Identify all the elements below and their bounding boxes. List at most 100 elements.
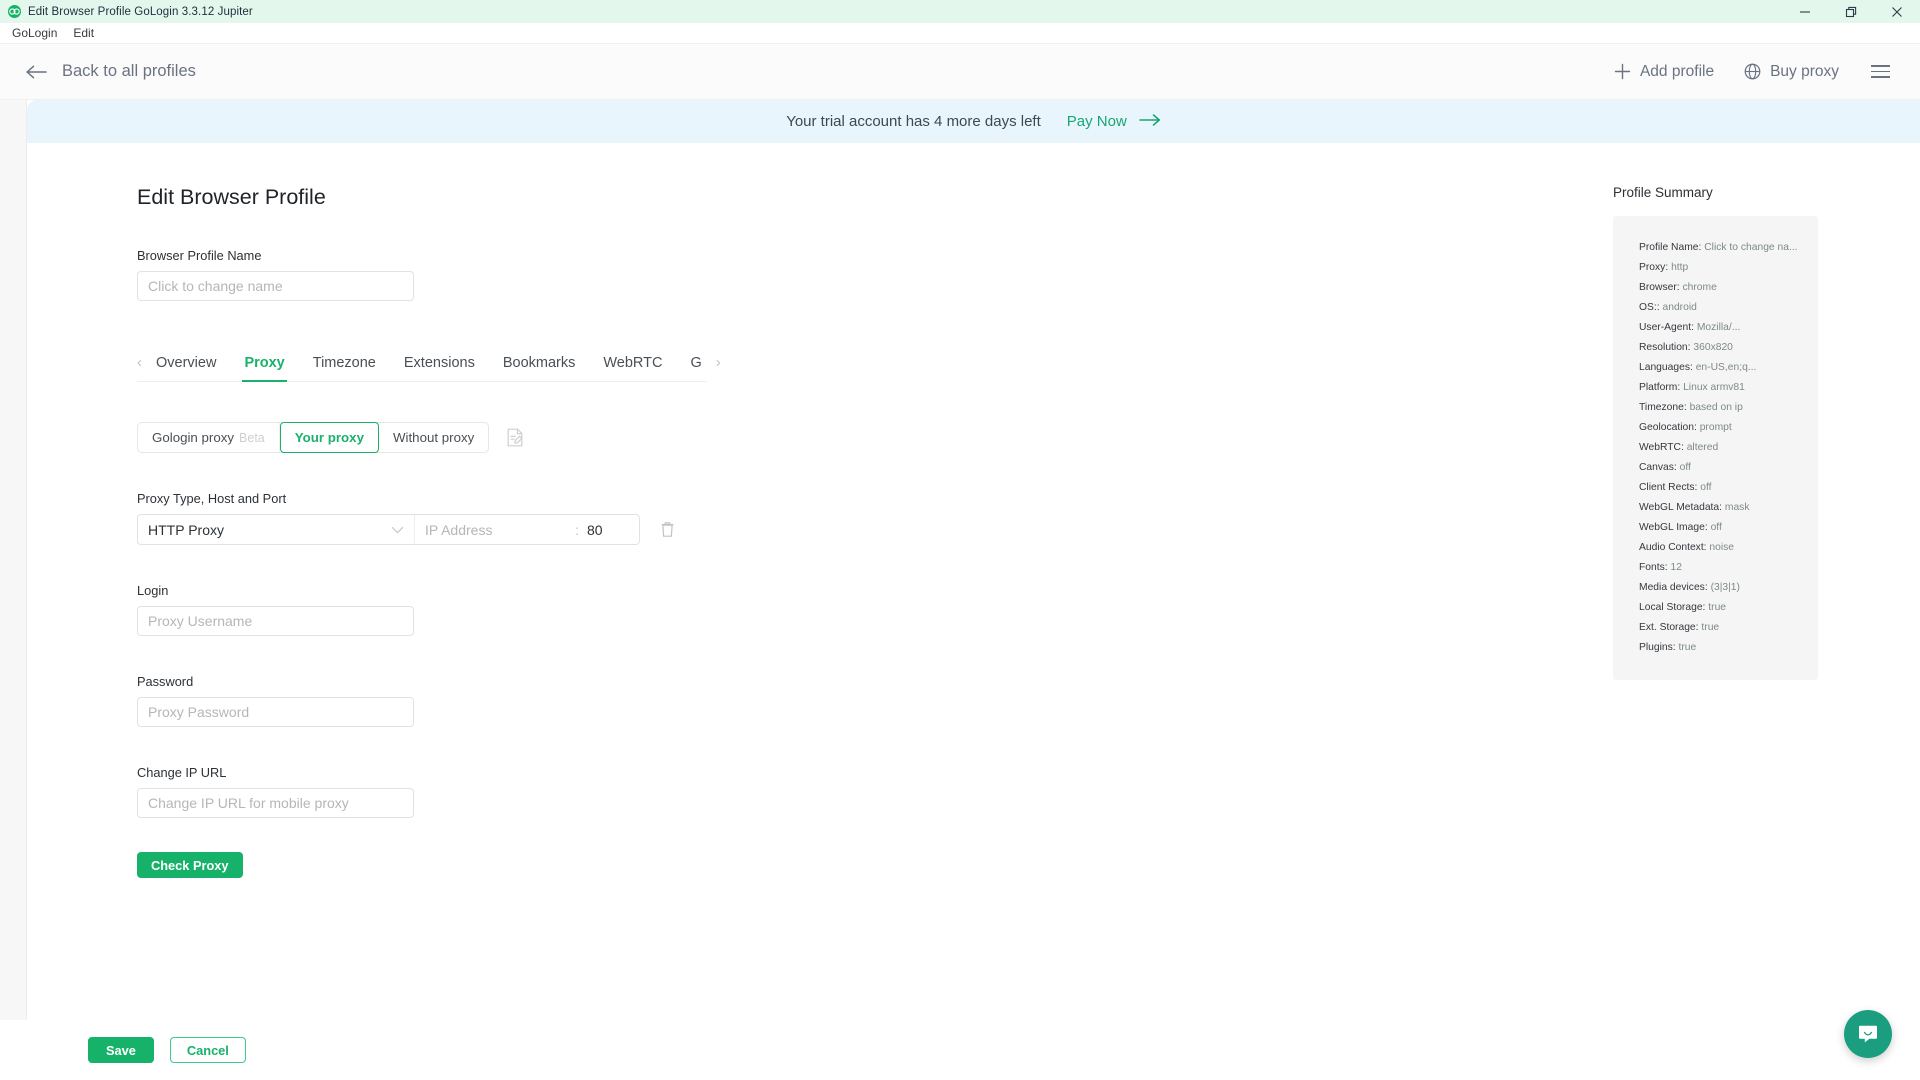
- tab-overview[interactable]: Overview: [142, 344, 230, 381]
- close-icon[interactable]: [1874, 0, 1920, 23]
- trial-banner: Your trial account has 4 more days left …: [27, 100, 1920, 143]
- summary-key: Fonts:: [1639, 562, 1668, 573]
- proxy-password-group: Password: [137, 674, 1527, 727]
- change-ip-url-group: Change IP URL: [137, 765, 1527, 818]
- summary-row: Timezone: based on ip: [1639, 398, 1818, 418]
- summary-row: Fonts: 12: [1639, 558, 1818, 578]
- summary-row: Languages: en-US,en;q...: [1639, 358, 1818, 378]
- tab-webrtc[interactable]: WebRTC: [589, 344, 676, 381]
- window-titlebar: Edit Browser Profile GoLogin 3.3.12 Jupi…: [0, 0, 1920, 23]
- summary-value: (3|3|1): [1711, 582, 1740, 593]
- summary-row: WebGL Image: off: [1639, 518, 1818, 538]
- proxy-mode-without-proxy[interactable]: Without proxy: [379, 423, 488, 452]
- proxy-login-group: Login: [137, 583, 1527, 636]
- trial-banner-text: Your trial account has 4 more days left: [786, 113, 1041, 130]
- summary-value: true: [1701, 622, 1719, 633]
- summary-key: OS::: [1639, 302, 1660, 313]
- tab-g-truncated[interactable]: G: [676, 344, 715, 381]
- summary-value: 360x820: [1693, 342, 1733, 353]
- proxy-mode-gologin-proxy-label: Gologin proxy: [152, 430, 234, 445]
- summary-key: User-Agent:: [1639, 322, 1694, 333]
- add-profile-label: Add profile: [1640, 63, 1714, 81]
- tab-extensions[interactable]: Extensions: [390, 344, 489, 381]
- profile-summary-title: Profile Summary: [1613, 185, 1818, 200]
- minimize-icon[interactable]: [1782, 0, 1828, 23]
- summary-row: Platform: Linux armv81: [1639, 378, 1818, 398]
- proxy-type-value: HTTP Proxy: [148, 522, 224, 538]
- summary-key: Local Storage:: [1639, 602, 1705, 613]
- beta-badge: Beta: [239, 431, 265, 445]
- summary-value: 12: [1671, 562, 1682, 573]
- globe-icon: [1744, 63, 1761, 80]
- page-title: Edit Browser Profile: [137, 185, 1527, 210]
- tab-bookmarks[interactable]: Bookmarks: [489, 344, 590, 381]
- back-to-all-profiles-label: Back to all profiles: [62, 62, 196, 81]
- menu-item-gologin[interactable]: GoLogin: [4, 23, 65, 43]
- chevron-right-icon[interactable]: ›: [716, 344, 721, 381]
- proxy-port-input[interactable]: [587, 522, 627, 538]
- proxy-connection-group: Proxy Type, Host and Port HTTP Proxy: [137, 491, 1527, 545]
- summary-row: WebRTC: altered: [1639, 438, 1818, 458]
- footer-action-bar: Save Cancel: [0, 1020, 1920, 1080]
- add-profile-button[interactable]: Add profile: [1614, 63, 1714, 81]
- summary-key: Timezone:: [1639, 402, 1687, 413]
- summary-row: Profile Name: Click to change na...: [1639, 238, 1818, 258]
- proxy-password-label: Password: [137, 674, 1527, 689]
- summary-value: en-US,en;q...: [1696, 362, 1757, 373]
- buy-proxy-label: Buy proxy: [1770, 63, 1839, 81]
- profile-summary-box: Profile Name: Click to change na... Prox…: [1613, 216, 1818, 680]
- change-ip-url-input[interactable]: [137, 788, 414, 818]
- hamburger-menu-icon[interactable]: [1869, 61, 1892, 82]
- tab-timezone[interactable]: Timezone: [299, 344, 390, 381]
- header-actions: Add profile Buy proxy: [1614, 61, 1892, 82]
- summary-value: prompt: [1700, 422, 1732, 433]
- summary-value: mask: [1725, 502, 1750, 513]
- summary-key: Canvas:: [1639, 462, 1677, 473]
- chat-bubble-icon[interactable]: [1844, 1010, 1892, 1058]
- summary-row: OS:: android: [1639, 298, 1818, 318]
- profile-settings-tabs: ‹ Overview Proxy Timezone Extensions Boo…: [137, 344, 707, 382]
- buy-proxy-button[interactable]: Buy proxy: [1744, 63, 1839, 81]
- proxy-host-port-group: :: [415, 515, 639, 544]
- application-menubar: GoLogin Edit: [0, 23, 1920, 44]
- proxy-mode-your-proxy-label: Your proxy: [295, 430, 364, 445]
- summary-row: Plugins: true: [1639, 638, 1818, 658]
- trash-icon[interactable]: [660, 521, 675, 538]
- summary-key: Client Rects:: [1639, 482, 1697, 493]
- summary-row: Resolution: 360x820: [1639, 338, 1818, 358]
- proxy-mode-row: Gologin proxy Beta Your proxy Without pr…: [137, 422, 1527, 453]
- summary-value: android: [1662, 302, 1696, 313]
- summary-value: noise: [1709, 542, 1734, 553]
- summary-value: http: [1671, 262, 1688, 273]
- summary-row: Ext. Storage: true: [1639, 618, 1818, 638]
- tab-proxy[interactable]: Proxy: [230, 344, 298, 381]
- pay-now-button[interactable]: Pay Now: [1067, 113, 1161, 130]
- menu-item-edit[interactable]: Edit: [65, 23, 102, 43]
- check-proxy-button[interactable]: Check Proxy: [137, 852, 243, 878]
- summary-row: Canvas: off: [1639, 458, 1818, 478]
- host-port-separator: :: [575, 522, 579, 538]
- browser-profile-name-input[interactable]: [137, 271, 414, 301]
- summary-value: true: [1708, 602, 1726, 613]
- proxy-mode-your-proxy[interactable]: Your proxy: [280, 422, 379, 453]
- proxy-connection-label: Proxy Type, Host and Port: [137, 491, 1527, 506]
- proxy-password-input[interactable]: [137, 697, 414, 727]
- save-button[interactable]: Save: [88, 1037, 154, 1063]
- summary-row: Proxy: http: [1639, 258, 1818, 278]
- maximize-restore-icon[interactable]: [1828, 0, 1874, 23]
- proxy-mode-gologin-proxy[interactable]: Gologin proxy Beta: [138, 423, 280, 452]
- summary-key: Platform:: [1639, 382, 1680, 393]
- proxy-host-input[interactable]: [425, 522, 567, 538]
- back-to-all-profiles-button[interactable]: Back to all profiles: [26, 62, 196, 81]
- cancel-button[interactable]: Cancel: [170, 1037, 246, 1063]
- window-controls: [1782, 0, 1920, 23]
- summary-key: Profile Name:: [1639, 242, 1701, 253]
- proxy-type-select[interactable]: HTTP Proxy: [138, 515, 415, 544]
- edit-document-icon[interactable]: [507, 428, 524, 447]
- summary-key: Audio Context:: [1639, 542, 1707, 553]
- summary-row: User-Agent: Mozilla/...: [1639, 318, 1818, 338]
- summary-key: Resolution:: [1639, 342, 1691, 353]
- proxy-login-input[interactable]: [137, 606, 414, 636]
- summary-value: based on ip: [1690, 402, 1743, 413]
- summary-row: Audio Context: noise: [1639, 538, 1818, 558]
